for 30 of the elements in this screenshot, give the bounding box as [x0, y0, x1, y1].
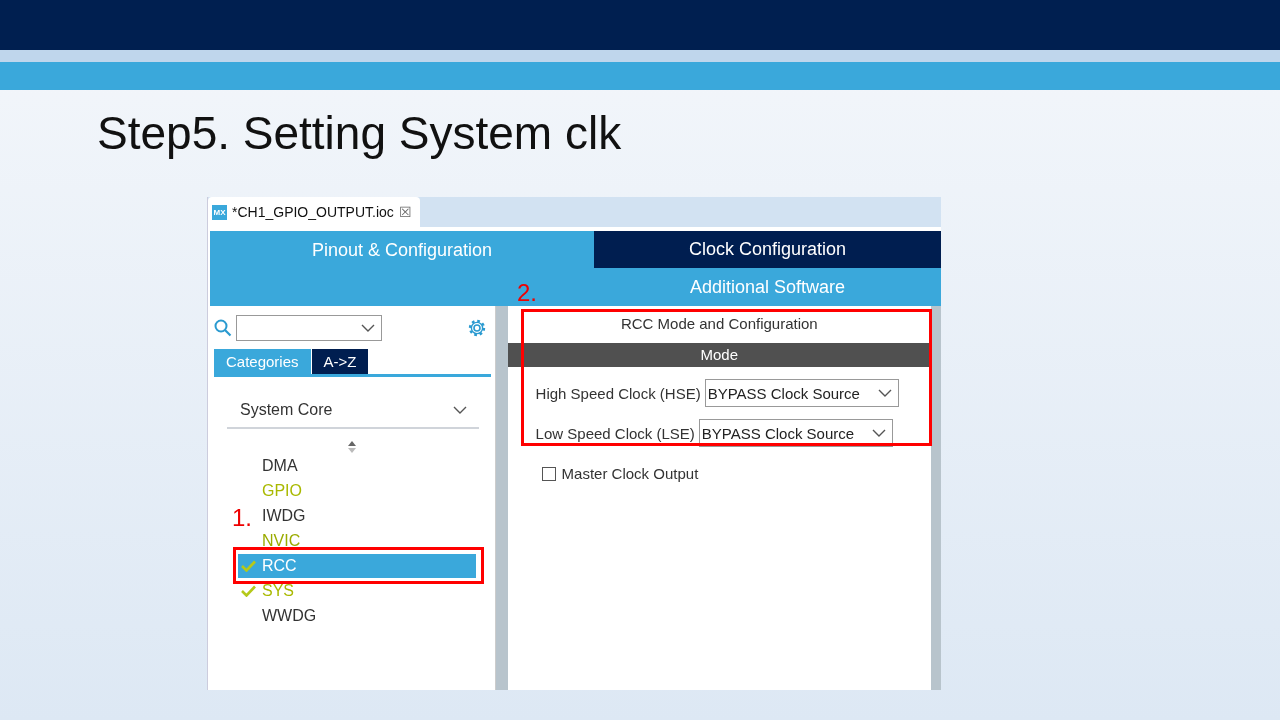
app-logo-icon: MX — [212, 204, 227, 220]
search-icon — [214, 319, 232, 337]
step-number: 2. — [517, 281, 537, 305]
close-icon[interactable]: ☒ — [398, 204, 412, 220]
step-number: 1. — [232, 506, 252, 530]
category-item[interactable]: IWDG — [262, 507, 306, 525]
file-name: *CH1_GPIO_OUTPUT.ioc — [232, 204, 394, 220]
checkbox-label: Master Clock Output — [561, 465, 699, 482]
clock-source-dropdown[interactable]: BYPASS Clock Source — [698, 419, 893, 447]
category-item[interactable]: WWDG — [262, 607, 317, 625]
field-label: High Speed Clock (HSE) — [535, 384, 701, 402]
chevron-down-icon — [871, 429, 886, 437]
field-label: Low Speed Clock (LSE) — [535, 424, 695, 442]
chevron-down-icon — [361, 324, 375, 332]
main-tab[interactable]: Clock Configuration — [594, 231, 941, 268]
panel-splitter[interactable] — [931, 306, 941, 690]
sort-arrows-icon[interactable] — [347, 440, 358, 454]
chevron-down-icon — [877, 389, 892, 397]
search-combo-field[interactable] — [236, 315, 382, 341]
file-tab[interactable]: MX *CH1_GPIO_OUTPUT.ioc ☒ — [208, 197, 420, 227]
slide-title: Step5. Setting System clk — [96, 106, 623, 161]
category-item[interactable]: DMA — [262, 457, 298, 475]
checkbox[interactable] — [541, 466, 556, 481]
view-tab[interactable]: A->Z — [311, 349, 369, 374]
settings-icon[interactable] — [466, 318, 487, 338]
clock-source-dropdown[interactable]: BYPASS Clock Source — [704, 379, 899, 407]
section-header: Mode — [507, 343, 931, 367]
chevron-down-icon — [452, 406, 467, 414]
category-dropdown[interactable]: System Core — [227, 395, 479, 429]
panel-title: RCC Mode and Configuration — [619, 314, 819, 334]
